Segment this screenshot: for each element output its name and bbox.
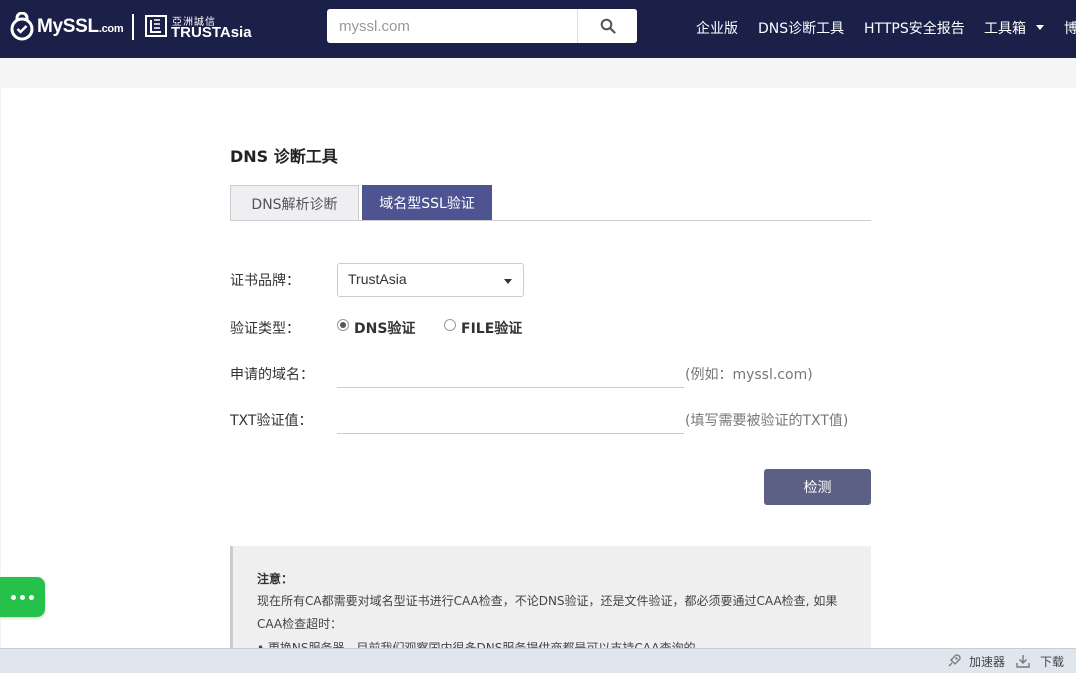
- brand-select[interactable]: TrustAsia: [337, 263, 524, 297]
- verify-type-label: 验证类型：: [230, 321, 300, 337]
- brand-select-value: TrustAsia: [348, 271, 407, 287]
- chat-dot: [20, 594, 25, 600]
- nav-toolbox[interactable]: 工具箱: [984, 18, 1026, 38]
- rocket-icon[interactable]: [946, 653, 962, 669]
- page-title: DNS 诊断工具: [230, 147, 338, 166]
- top-navbar: MySSL.com 亞洲誠信 TRUSTAsia 企业版 DNS诊断工具 HTT…: [0, 0, 1076, 58]
- myssl-logo[interactable]: MySSL.com: [37, 16, 124, 38]
- domain-input[interactable]: [337, 356, 684, 388]
- lock-shield-icon[interactable]: [10, 12, 34, 42]
- search-icon: [600, 18, 616, 34]
- txt-input[interactable]: [337, 402, 684, 434]
- myssl-logo-suffix: .com: [98, 23, 124, 35]
- nav-dns-tool[interactable]: DNS诊断工具: [758, 18, 844, 38]
- check-button[interactable]: 检测: [764, 469, 871, 505]
- notice-bullet: • 更换NS服务器，目前我们观察国内很多DNS服务提供商都是可以支持CAA查询的: [257, 641, 696, 648]
- notice-box: 注意： 现在所有CA都需要对域名型证书进行CAA检查，不论DNS验证，还是文件验…: [230, 546, 871, 648]
- chat-dot: [11, 594, 16, 600]
- radio-dns[interactable]: [337, 319, 349, 331]
- myssl-logo-main: MySSL: [37, 16, 99, 37]
- search-button[interactable]: [577, 9, 637, 43]
- txt-label: TXT验证值：: [230, 413, 313, 429]
- nav-enterprise[interactable]: 企业版: [696, 18, 738, 38]
- tab-divider: [230, 220, 871, 221]
- radio-dns-label[interactable]: DNS验证: [354, 318, 415, 338]
- txt-hint: (填写需要被验证的TXT值): [685, 413, 849, 429]
- radio-file[interactable]: [444, 319, 456, 331]
- brand-label: 证书品牌：: [230, 273, 300, 289]
- logo-divider: [132, 14, 134, 40]
- search-input[interactable]: [327, 9, 577, 43]
- chat-widget-button[interactable]: [0, 577, 45, 617]
- radio-selected-dot: [340, 322, 346, 328]
- browser-status-bar: 加速器 下载: [0, 648, 1076, 673]
- domain-label: 申请的域名：: [230, 367, 314, 383]
- nav-blog[interactable]: 博: [1064, 18, 1076, 38]
- trustasia-logo-en: TRUSTAsia: [171, 24, 252, 41]
- domain-hint: (例如：myssl.com): [685, 367, 813, 383]
- chat-dot: [29, 594, 34, 600]
- nav-https-report[interactable]: HTTPS安全报告: [864, 18, 965, 38]
- trustasia-logo-icon[interactable]: [145, 15, 167, 37]
- tab-dns-resolution[interactable]: DNS解析诊断: [230, 185, 359, 221]
- chevron-down-icon: [504, 279, 512, 284]
- chevron-down-icon: [1036, 25, 1044, 30]
- download-icon[interactable]: [1015, 653, 1031, 669]
- notice-title: 注意：: [257, 572, 294, 586]
- notice-text: 现在所有CA都需要对域名型证书进行CAA检查，不论DNS验证，还是文件验证，都必…: [257, 594, 838, 631]
- accelerator-button[interactable]: 加速器: [969, 653, 1005, 670]
- tab-domain-ssl-validation[interactable]: 域名型SSL验证: [362, 185, 492, 221]
- radio-file-label[interactable]: FILE验证: [461, 318, 522, 338]
- download-button[interactable]: 下载: [1040, 653, 1064, 670]
- search-box: [327, 9, 637, 43]
